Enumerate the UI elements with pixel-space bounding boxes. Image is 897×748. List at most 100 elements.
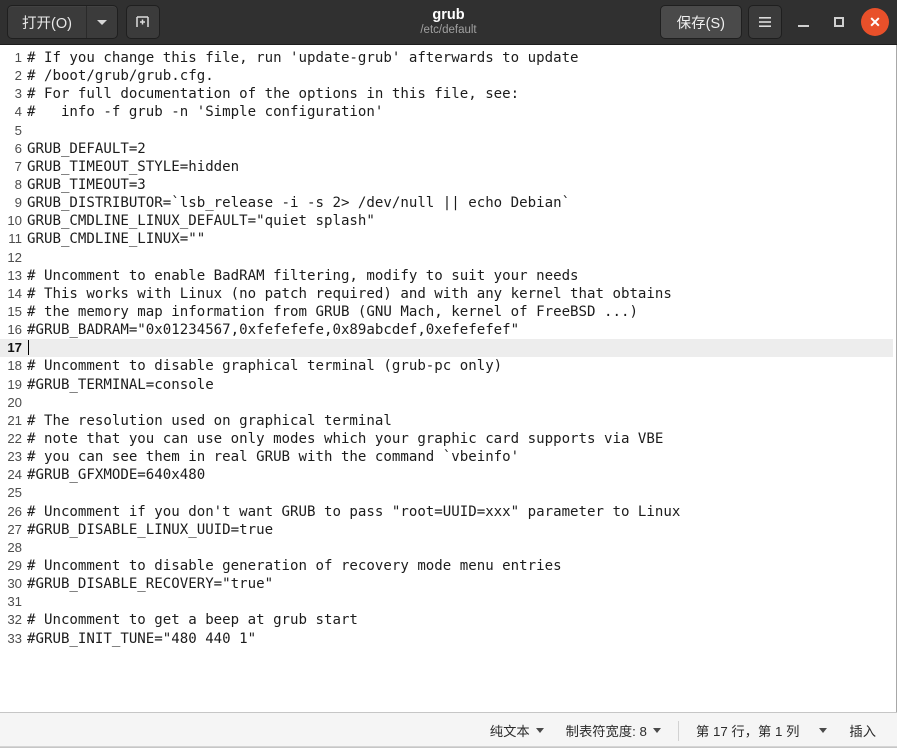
- line-text: #GRUB_DISABLE_RECOVERY="true": [27, 576, 274, 593]
- code-line[interactable]: 1 # If you change this file, run 'update-…: [0, 49, 896, 67]
- hamburger-menu-icon: [759, 17, 771, 27]
- line-number: 23: [7, 449, 22, 465]
- code-line[interactable]: 32 # Uncomment to get a beep at grub star…: [0, 611, 896, 629]
- line-text: GRUB_CMDLINE_LINUX="": [27, 231, 206, 248]
- code-line[interactable]: 8 GRUB_TIMEOUT=3: [0, 176, 896, 194]
- line-number: 16: [7, 322, 22, 338]
- titlebar-left-controls: 打开(O): [7, 5, 160, 39]
- chevron-down-icon: [652, 728, 661, 733]
- line-text: # Uncomment to get a beep at grub start: [27, 612, 358, 629]
- code-line[interactable]: 29 # Uncomment to disable generation of r…: [0, 557, 896, 575]
- code-line[interactable]: 14 # This works with Linux (no patch requ…: [0, 285, 896, 303]
- vertical-scrollbar[interactable]: [893, 45, 896, 712]
- chevron-down-icon: [819, 728, 828, 733]
- code-line[interactable]: 4 # info -f grub -n 'Simple configuration…: [0, 103, 896, 121]
- insert-mode-label: 插入: [849, 724, 876, 739]
- line-text: #GRUB_DISABLE_LINUX_UUID=true: [27, 521, 274, 538]
- minimize-button[interactable]: [788, 7, 818, 37]
- code-line[interactable]: 6 GRUB_DEFAULT=2: [0, 140, 896, 158]
- code-line[interactable]: 12: [0, 249, 896, 267]
- code-line[interactable]: 2 # /boot/grub/grub.cfg.: [0, 67, 896, 85]
- line-text: # Uncomment to disable generation of rec…: [27, 557, 562, 574]
- file-path-subtitle: /etc/default: [420, 24, 477, 36]
- line-number: 15: [7, 303, 22, 319]
- line-number: 8: [14, 176, 22, 192]
- line-number: 4: [14, 104, 22, 120]
- line-number: 6: [14, 140, 22, 156]
- line-number: 24: [7, 467, 22, 483]
- code-line[interactable]: 25: [0, 484, 896, 502]
- open-file-button[interactable]: 打开(O): [8, 6, 86, 38]
- line-number: 2: [14, 68, 22, 84]
- code-line[interactable]: 18 # Uncomment to disable graphical termi…: [0, 357, 896, 375]
- main-menu-button[interactable]: [748, 5, 782, 39]
- line-number: 30: [7, 576, 22, 592]
- code-line[interactable]: 10 GRUB_CMDLINE_LINUX_DEFAULT="quiet spla…: [0, 212, 896, 230]
- code-line[interactable]: 33 #GRUB_INIT_TUNE="480 440 1": [0, 630, 896, 648]
- language-selector[interactable]: 纯文本: [479, 721, 555, 740]
- chevron-down-icon: [96, 19, 107, 25]
- line-text: GRUB_CMDLINE_LINUX_DEFAULT="quiet splash…: [27, 213, 375, 230]
- chevron-down-icon: [535, 728, 544, 733]
- code-line[interactable]: 22 # note that you can use only modes whi…: [0, 430, 896, 448]
- line-number: 12: [7, 249, 22, 265]
- line-text: # note that you can use only modes which…: [27, 430, 664, 447]
- line-number: 32: [7, 612, 22, 628]
- code-line[interactable]: 26 # Uncomment if you don't want GRUB to …: [0, 503, 896, 521]
- line-text: # The resolution used on graphical termi…: [27, 412, 392, 429]
- code-editor[interactable]: 1 # If you change this file, run 'update-…: [0, 45, 896, 712]
- insert-mode-indicator[interactable]: 插入: [838, 721, 887, 740]
- line-number: 5: [14, 122, 22, 138]
- line-number: 26: [7, 503, 22, 519]
- open-file-dropdown-button[interactable]: [87, 6, 117, 38]
- code-line[interactable]: 20: [0, 394, 896, 412]
- line-number: 9: [14, 195, 22, 211]
- code-line[interactable]: 21 # The resolution used on graphical ter…: [0, 412, 896, 430]
- code-line[interactable]: 30 #GRUB_DISABLE_RECOVERY="true": [0, 575, 896, 593]
- code-line[interactable]: 3 # For full documentation of the options…: [0, 85, 896, 103]
- tab-width-selector[interactable]: 制表符宽度: 8: [555, 721, 672, 740]
- maximize-button[interactable]: [824, 7, 854, 37]
- code-line[interactable]: 9 GRUB_DISTRIBUTOR=`lsb_release -i -s 2> …: [0, 194, 896, 212]
- code-line[interactable]: 24 #GRUB_GFXMODE=640x480: [0, 466, 896, 484]
- code-line[interactable]: 16 #GRUB_BADRAM="0x01234567,0xfefefefe,0x…: [0, 321, 896, 339]
- line-number: 25: [7, 485, 22, 501]
- line-number: 18: [7, 358, 22, 374]
- code-line[interactable]: 15 # the memory map information from GRUB…: [0, 303, 896, 321]
- line-number: 20: [7, 394, 22, 410]
- line-text: [27, 339, 896, 357]
- line-text: GRUB_TIMEOUT_STYLE=hidden: [27, 158, 240, 175]
- line-number: 29: [7, 557, 22, 573]
- open-file-split-button[interactable]: 打开(O): [7, 5, 118, 39]
- code-line[interactable]: 17: [0, 339, 896, 358]
- code-line[interactable]: 5: [0, 122, 896, 140]
- code-line[interactable]: 23 # you can see them in real GRUB with t…: [0, 448, 896, 466]
- line-text: GRUB_TIMEOUT=3: [27, 176, 146, 193]
- close-icon: ✕: [861, 8, 889, 36]
- page-title: grub: [432, 7, 465, 23]
- statusbar-divider: [677, 720, 679, 741]
- line-text: GRUB_DEFAULT=2: [27, 140, 146, 157]
- code-line[interactable]: 31: [0, 593, 896, 611]
- line-number: 31: [7, 594, 22, 610]
- line-text: # For full documentation of the options …: [27, 86, 520, 103]
- text-editor-window: 打开(O) grub /etc/default 保存(S) ✕ 1 # If y…: [0, 0, 897, 748]
- line-text: #GRUB_GFXMODE=640x480: [27, 467, 206, 484]
- code-line[interactable]: 28: [0, 539, 896, 557]
- cursor-position-selector[interactable]: 第 17 行，第 1 列: [685, 721, 838, 740]
- new-document-icon: [136, 15, 150, 27]
- code-line[interactable]: 11 GRUB_CMDLINE_LINUX="": [0, 230, 896, 248]
- line-number: 27: [7, 521, 22, 537]
- save-button[interactable]: 保存(S): [659, 5, 742, 39]
- titlebar-right-controls: 保存(S) ✕: [659, 5, 890, 39]
- code-line[interactable]: 13 # Uncomment to enable BadRAM filtering…: [0, 267, 896, 285]
- text-cursor: [28, 340, 29, 356]
- close-button[interactable]: ✕: [860, 7, 890, 37]
- editor-area[interactable]: 1 # If you change this file, run 'update-…: [0, 45, 897, 712]
- new-document-button[interactable]: [125, 5, 160, 39]
- code-line[interactable]: 27 #GRUB_DISABLE_LINUX_UUID=true: [0, 521, 896, 539]
- line-text: GRUB_DISTRIBUTOR=`lsb_release -i -s 2> /…: [27, 195, 571, 212]
- code-line[interactable]: 7 GRUB_TIMEOUT_STYLE=hidden: [0, 158, 896, 176]
- line-number: 28: [7, 539, 22, 555]
- code-line[interactable]: 19 #GRUB_TERMINAL=console: [0, 376, 896, 394]
